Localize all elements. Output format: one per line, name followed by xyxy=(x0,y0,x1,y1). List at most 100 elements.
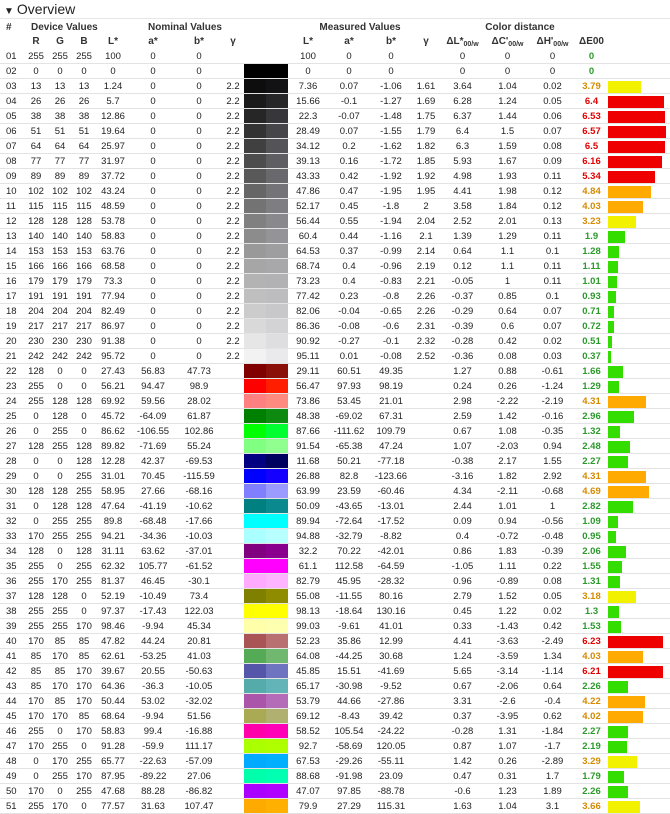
cell-nominal-gamma: 2.2 xyxy=(222,348,244,364)
cell-measured-gamma: 1.61 xyxy=(412,78,440,94)
color-swatch xyxy=(244,678,288,694)
cell-nominal-b: 0 xyxy=(176,318,222,334)
cell-nominal-b: 0 xyxy=(176,63,222,79)
delta-e-bar xyxy=(608,770,624,783)
cell-measured-b: -1.27 xyxy=(370,93,412,109)
cell-r: 255 xyxy=(24,723,48,739)
cell-b: 153 xyxy=(72,243,96,259)
measured-swatch xyxy=(266,559,288,573)
row-index: 31 xyxy=(0,498,24,514)
cell-measured-a: -8.43 xyxy=(328,708,370,724)
cell-nominal-a: 0 xyxy=(130,138,176,154)
cell-measured-gamma xyxy=(412,378,440,394)
measured-swatch xyxy=(266,709,288,723)
cell-measured-b: 21.01 xyxy=(370,393,412,409)
cell-delta-l: 0.4 xyxy=(440,528,485,544)
cell-delta-e: 6.4 xyxy=(575,93,608,109)
cell-b: 170 xyxy=(72,663,96,679)
cell-nominal-l: 63.76 xyxy=(96,243,130,259)
cell-g: 0 xyxy=(48,723,72,739)
color-swatch xyxy=(244,63,288,79)
cell-nominal-l: 45.72 xyxy=(96,408,130,424)
cell-g: 0 xyxy=(48,558,72,574)
cell-delta-l: 2.59 xyxy=(440,408,485,424)
cell-nominal-gamma xyxy=(222,588,244,604)
cell-measured-gamma xyxy=(412,483,440,499)
overview-title[interactable]: ▼ Overview xyxy=(0,0,670,19)
cell-delta-e: 3.18 xyxy=(575,588,608,604)
cell-measured-b: -28.32 xyxy=(370,573,412,589)
cell-nominal-a: -64.09 xyxy=(130,408,176,424)
table-row: 45 170 170 85 68.64 -9.94 51.56 69.12 -8.43 39.42… xyxy=(0,708,670,724)
cell-nominal-gamma xyxy=(222,663,244,679)
cell-nominal-a: 105.77 xyxy=(130,558,176,574)
cell-measured-l: 53.79 xyxy=(288,693,328,709)
measured-swatch xyxy=(266,754,288,768)
table-row: 16 179 179 179 73.3 0 0 2.2 73.23 0.4 -0.83 2.21 -0.… xyxy=(0,273,670,289)
cell-delta-l: 3.64 xyxy=(440,78,485,94)
nominal-swatch xyxy=(244,214,266,228)
cell-measured-b: -1.16 xyxy=(370,228,412,244)
cell-nominal-l: 68.58 xyxy=(96,258,130,274)
cell-delta-h: 1.89 xyxy=(530,783,575,799)
cell-delta-l: 0.37 xyxy=(440,708,485,724)
nominal-swatch xyxy=(244,229,266,243)
cell-b: 255 xyxy=(72,528,96,544)
cell-delta-l: 4.41 xyxy=(440,183,485,199)
cell-r: 153 xyxy=(24,243,48,259)
cell-r: 85 xyxy=(24,663,48,679)
cell-g: 153 xyxy=(48,243,72,259)
measured-swatch xyxy=(266,64,288,78)
cell-nominal-b: 45.34 xyxy=(176,618,222,634)
cell-delta-c: 1.44 xyxy=(485,108,530,124)
cell-delta-e: 4.69 xyxy=(575,483,608,499)
cell-nominal-l: 77.57 xyxy=(96,798,130,814)
cell-nominal-b: -30.1 xyxy=(176,573,222,589)
cell-r: 38 xyxy=(24,108,48,124)
row-index: 13 xyxy=(0,228,24,244)
cell-measured-b: 23.09 xyxy=(370,768,412,784)
cell-r: 128 xyxy=(24,438,48,454)
row-index: 27 xyxy=(0,438,24,454)
cell-measured-gamma xyxy=(412,573,440,589)
cell-measured-gamma: 2.1 xyxy=(412,228,440,244)
cell-nominal-l: 50.44 xyxy=(96,693,130,709)
delta-e-bar xyxy=(608,500,633,513)
collapse-triangle-icon[interactable]: ▼ xyxy=(4,6,14,17)
cell-measured-b: -1.48 xyxy=(370,108,412,124)
row-index: 20 xyxy=(0,333,24,349)
delta-e-bar xyxy=(608,785,628,798)
cell-measured-b: -1.55 xyxy=(370,123,412,139)
cell-nominal-a: -59.9 xyxy=(130,738,176,754)
cell-b: 255 xyxy=(72,573,96,589)
cell-nominal-gamma: 2.2 xyxy=(222,288,244,304)
cell-measured-l: 52.17 xyxy=(288,198,328,214)
nominal-swatch xyxy=(244,124,266,138)
cell-delta-c: 1.04 xyxy=(485,78,530,94)
row-index: 19 xyxy=(0,318,24,334)
cell-nominal-a: -71.69 xyxy=(130,438,176,454)
cell-nominal-a: 70.45 xyxy=(130,468,176,484)
delta-e-bar xyxy=(608,365,623,378)
color-swatch xyxy=(244,468,288,484)
cell-measured-a: 60.51 xyxy=(328,363,370,379)
cell-nominal-b: 0 xyxy=(176,198,222,214)
cell-b: 191 xyxy=(72,288,96,304)
cell-nominal-l: 64.36 xyxy=(96,678,130,694)
color-swatch xyxy=(244,603,288,619)
cell-measured-gamma xyxy=(412,678,440,694)
cell-b: 170 xyxy=(72,768,96,784)
cell-nominal-l: 53.78 xyxy=(96,213,130,229)
nominal-swatch xyxy=(244,799,266,813)
cell-nominal-b: -10.03 xyxy=(176,528,222,544)
nominal-swatch xyxy=(244,199,266,213)
delta-e-bar-cell xyxy=(608,768,670,784)
cell-nominal-gamma: 2.2 xyxy=(222,303,244,319)
cell-b: 38 xyxy=(72,108,96,124)
delta-e-bar-cell xyxy=(608,438,670,454)
cell-r: 77 xyxy=(24,153,48,169)
cell-nominal-a: 0 xyxy=(130,273,176,289)
cell-g: 255 xyxy=(48,438,72,454)
cell-delta-c: 1.82 xyxy=(485,468,530,484)
cell-nominal-l: 81.37 xyxy=(96,573,130,589)
